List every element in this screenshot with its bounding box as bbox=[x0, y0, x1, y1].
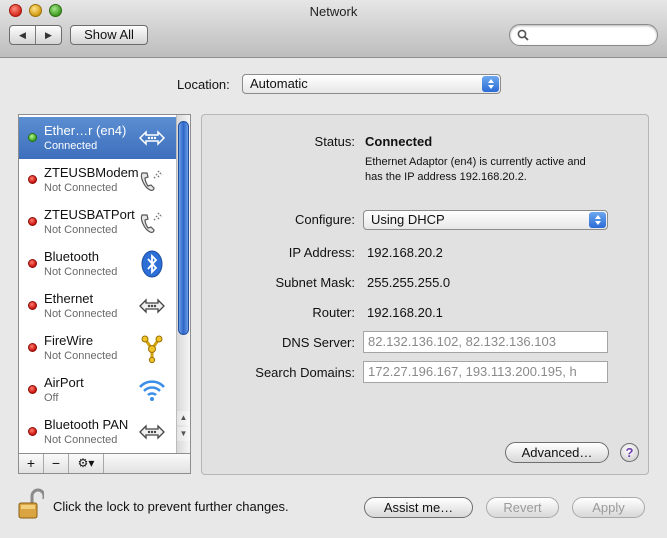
popup-arrows-icon bbox=[589, 212, 606, 228]
search-field[interactable] bbox=[509, 24, 658, 46]
scroll-down-arrow[interactable]: ▼ bbox=[177, 427, 190, 441]
service-name: FireWire bbox=[44, 333, 94, 348]
advanced-button[interactable]: Advanced… bbox=[505, 442, 609, 463]
router-label: Router: bbox=[312, 305, 355, 320]
service-status: Not Connected bbox=[44, 434, 118, 446]
title-bar: Network ◀ ▶ Show All bbox=[0, 0, 667, 58]
search-domains-field[interactable]: 172.27.196.167, 193.113.200.195, h bbox=[363, 361, 608, 383]
configure-label: Configure: bbox=[295, 212, 355, 227]
subnet-mask-label: Subnet Mask: bbox=[275, 275, 356, 290]
dns-server-label: DNS Server: bbox=[282, 335, 355, 350]
location-value: Automatic bbox=[250, 76, 308, 91]
status-label: Status: bbox=[314, 134, 355, 149]
firewire-icon bbox=[141, 335, 163, 363]
service-item-zteusbatport[interactable]: ZTEUSBATPort Not Connected bbox=[19, 201, 176, 243]
service-item-bluetooth[interactable]: Bluetooth Not Connected bbox=[19, 243, 176, 285]
scroll-up-arrow[interactable]: ▲ bbox=[177, 411, 190, 425]
forward-button[interactable]: ▶ bbox=[35, 26, 61, 44]
forward-arrow-icon: ▶ bbox=[45, 29, 52, 40]
status-indicator-red bbox=[28, 259, 37, 268]
search-domains-label: Search Domains: bbox=[255, 365, 355, 380]
configure-value: Using DHCP bbox=[371, 212, 445, 227]
service-status: Not Connected bbox=[44, 350, 118, 362]
service-status: Not Connected bbox=[44, 266, 118, 278]
status-indicator-red bbox=[28, 217, 37, 226]
service-item-airport[interactable]: AirPort Off bbox=[19, 369, 176, 411]
add-service-button[interactable]: + bbox=[19, 454, 44, 473]
router-value: 192.168.20.1 bbox=[367, 305, 443, 320]
service-name: AirPort bbox=[44, 375, 84, 390]
scrollbar-thumb[interactable] bbox=[178, 121, 189, 335]
service-item-ethernet[interactable]: Ethernet Not Connected bbox=[19, 285, 176, 327]
action-menu-button[interactable]: ⚙▾ bbox=[69, 454, 104, 473]
bluetooth-icon bbox=[141, 250, 163, 278]
service-status: Connected bbox=[44, 140, 98, 152]
phone-modem-icon bbox=[140, 212, 163, 233]
lock-message: Click the lock to prevent further change… bbox=[53, 499, 289, 514]
service-item-bluetooth-pan[interactable]: Bluetooth PAN Not Connected bbox=[19, 411, 176, 453]
subnet-mask-value: 255.255.255.0 bbox=[367, 275, 451, 290]
status-value: Connected bbox=[365, 134, 433, 149]
service-list-scrollbar[interactable]: ▲ ▼ bbox=[176, 115, 190, 453]
help-button[interactable]: ? bbox=[620, 443, 639, 462]
window-title: Network bbox=[309, 4, 358, 19]
service-list: Ether…r (en4) Connected ZTEUSBModem Not … bbox=[18, 114, 191, 454]
search-icon bbox=[517, 29, 529, 41]
service-name: Ether…r (en4) bbox=[44, 123, 127, 138]
service-item-zteusbmodem[interactable]: ZTEUSBModem Not Connected bbox=[19, 159, 176, 201]
service-status: Not Connected bbox=[44, 182, 118, 194]
location-popup[interactable]: Automatic bbox=[242, 74, 501, 94]
service-name: Bluetooth bbox=[44, 249, 99, 264]
back-arrow-icon: ◀ bbox=[19, 29, 26, 40]
service-item-firewire[interactable]: FireWire Not Connected bbox=[19, 327, 176, 369]
ip-address-label: IP Address: bbox=[288, 245, 355, 260]
service-item-ethernet-en4[interactable]: Ether…r (en4) Connected bbox=[19, 117, 176, 159]
wifi-icon bbox=[139, 380, 165, 401]
lock-icon[interactable] bbox=[18, 488, 44, 520]
ip-address-value: 192.168.20.2 bbox=[367, 245, 443, 260]
network-preferences-window: Network ◀ ▶ Show All Location: Automatic… bbox=[0, 0, 667, 538]
service-list-buttons: + − ⚙▾ bbox=[18, 454, 191, 474]
service-status: Off bbox=[44, 392, 59, 404]
service-status: Not Connected bbox=[44, 308, 118, 320]
status-indicator-red bbox=[28, 427, 37, 436]
status-description: Ethernet Adaptor (en4) is currently acti… bbox=[365, 156, 586, 183]
status-indicator-green bbox=[28, 133, 37, 142]
popup-arrows-icon bbox=[482, 76, 499, 92]
status-indicator-red bbox=[28, 385, 37, 394]
phone-modem-icon bbox=[140, 170, 163, 191]
ethernet-icon bbox=[138, 130, 166, 146]
assist-me-button[interactable]: Assist me… bbox=[364, 497, 473, 518]
configure-popup[interactable]: Using DHCP bbox=[363, 210, 608, 230]
back-button[interactable]: ◀ bbox=[10, 26, 35, 44]
ethernet-icon bbox=[139, 298, 165, 314]
status-indicator-red bbox=[28, 343, 37, 352]
service-name: Bluetooth PAN bbox=[44, 417, 129, 432]
revert-button[interactable]: Revert bbox=[486, 497, 559, 518]
show-all-button[interactable]: Show All bbox=[70, 25, 148, 45]
service-name: ZTEUSBATPort bbox=[44, 207, 135, 222]
status-indicator-red bbox=[28, 301, 37, 310]
dns-server-field[interactable]: 82.132.136.102, 82.132.136.103 bbox=[363, 331, 608, 353]
service-status: Not Connected bbox=[44, 224, 118, 236]
apply-button[interactable]: Apply bbox=[572, 497, 645, 518]
remove-service-button[interactable]: − bbox=[44, 454, 69, 473]
service-name: ZTEUSBModem bbox=[44, 165, 139, 180]
ethernet-icon bbox=[139, 424, 165, 440]
service-name: Ethernet bbox=[44, 291, 94, 306]
status-indicator-red bbox=[28, 175, 37, 184]
back-forward-buttons: ◀ ▶ bbox=[9, 25, 62, 45]
location-label: Location: bbox=[177, 77, 230, 92]
